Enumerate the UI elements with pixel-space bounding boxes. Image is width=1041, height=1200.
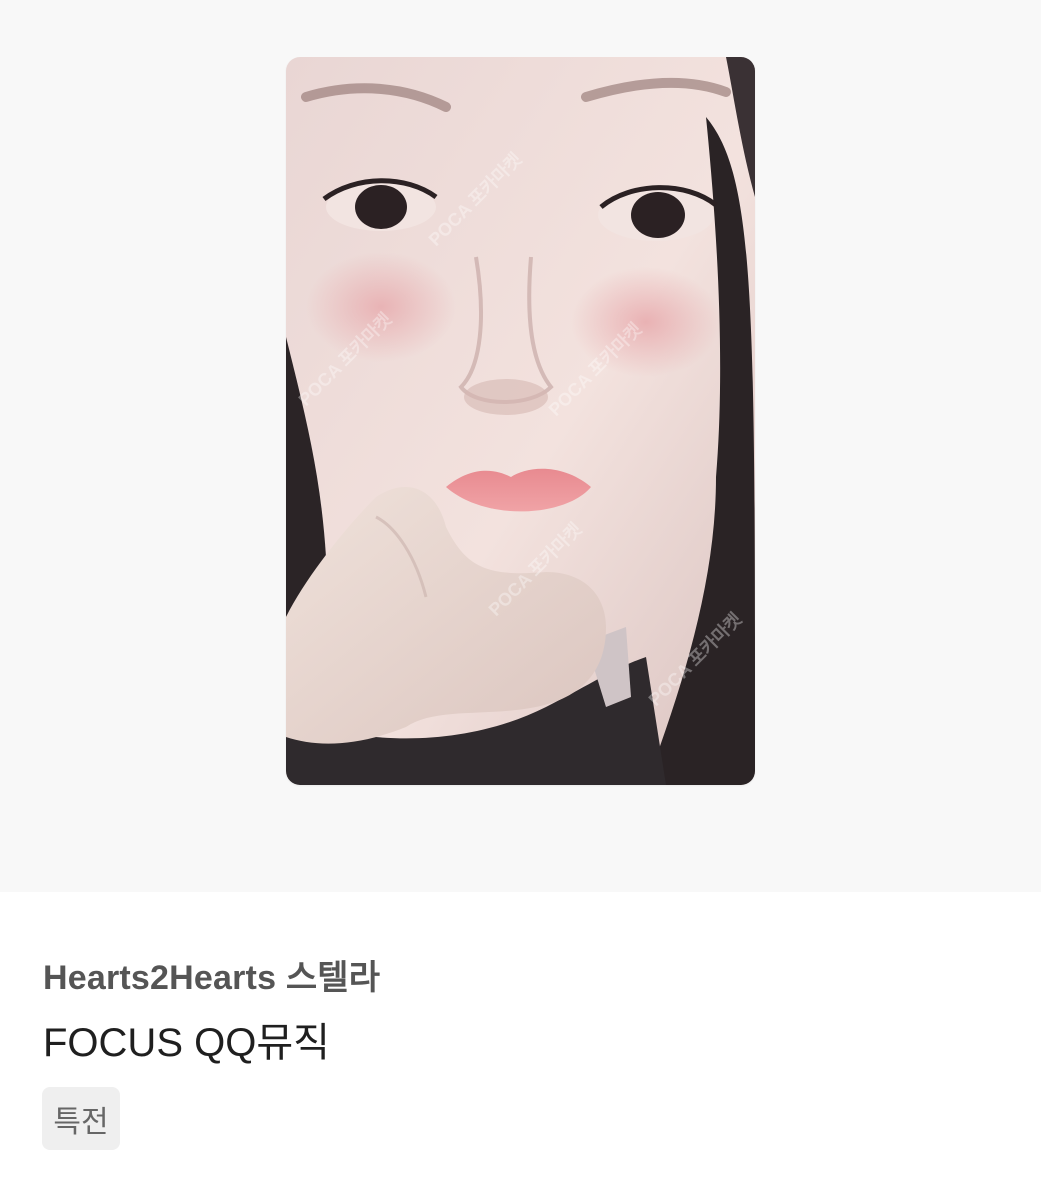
product-title: FOCUS QQ뮤직 — [43, 1021, 330, 1065]
benefit-tag[interactable]: 특전 — [42, 1087, 120, 1150]
product-image-area: POCA 포카마켓 POCA 포카마켓 POCA 포카마켓 POCA 포카마켓 … — [0, 0, 1041, 892]
artist-member-label: Hearts2Hearts 스텔라 — [43, 959, 381, 997]
photocard-image[interactable]: POCA 포카마켓 POCA 포카마켓 POCA 포카마켓 POCA 포카마켓 … — [286, 57, 755, 785]
photocard-illustration: POCA 포카마켓 POCA 포카마켓 POCA 포카마켓 POCA 포카마켓 … — [286, 57, 755, 785]
